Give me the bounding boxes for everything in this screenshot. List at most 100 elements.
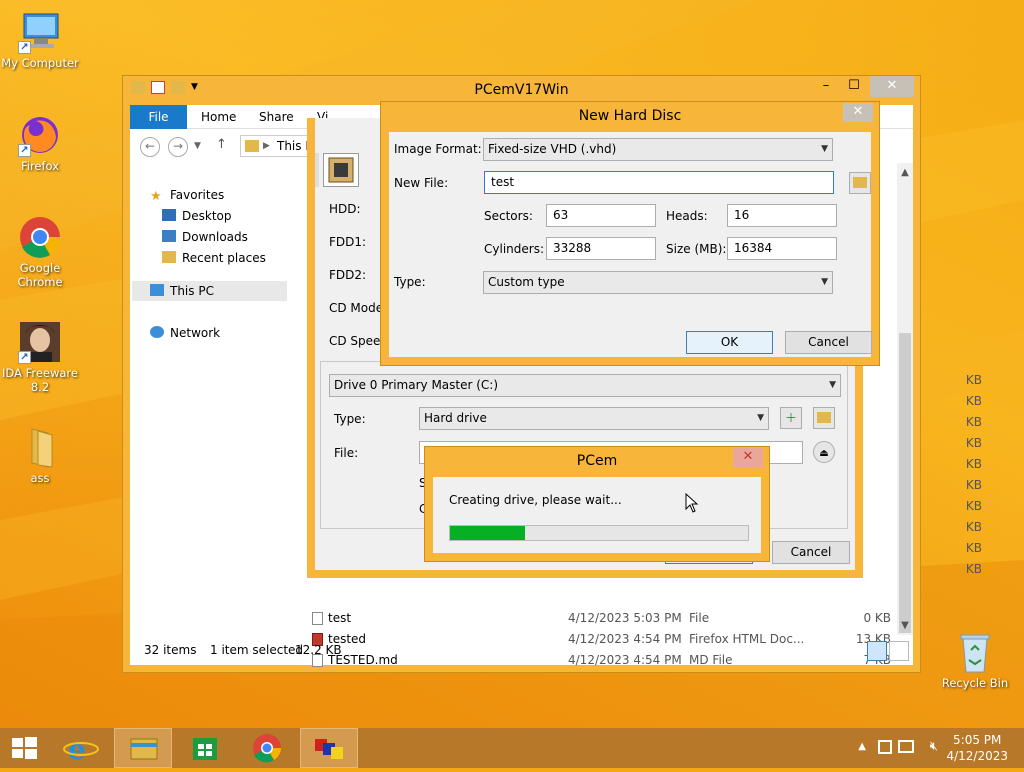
type-label: Type: [394, 275, 426, 289]
chevron-down-icon[interactable]: ▼ [194, 141, 201, 151]
computer-icon: ↗ [18, 10, 62, 54]
up-button[interactable]: ↑ [216, 137, 227, 152]
scroll-down-icon[interactable]: ▼ [897, 620, 913, 631]
details-view-button[interactable] [867, 641, 887, 661]
tab-home[interactable]: Home [201, 105, 236, 129]
taskbar-chrome[interactable] [238, 728, 296, 768]
desktop-icon-firefox[interactable]: ↗ Firefox [0, 113, 80, 173]
cylinders-label: Cylinders: [484, 242, 544, 256]
cancel-button[interactable]: Cancel [785, 331, 872, 354]
tab-file[interactable]: File [130, 105, 187, 129]
file-icon [312, 612, 323, 625]
chrome-icon [253, 734, 281, 763]
size-input[interactable]: 16384 [727, 237, 837, 260]
close-button[interactable]: ✕ [843, 103, 873, 122]
store-icon [193, 738, 217, 760]
ok-button[interactable]: OK [686, 331, 773, 354]
nav-label: Desktop [182, 209, 232, 223]
nav-label: Recent places [182, 251, 266, 265]
cd-mode-label: CD Mode [329, 301, 384, 315]
settings-cancel-button[interactable]: Cancel [772, 541, 850, 564]
motherboard-tab-icon[interactable] [323, 153, 359, 187]
dialog-title: New Hard Disc [578, 108, 682, 124]
image-format-select[interactable]: Fixed-size VHD (.vhd) ▼ [483, 138, 833, 161]
new-file-input[interactable]: test [484, 171, 834, 194]
progress-message: Creating drive, please wait... [449, 493, 622, 507]
close-button[interactable]: ✕ [870, 76, 914, 97]
vertical-scrollbar[interactable]: ▲ ▼ [897, 163, 913, 635]
size-fragment: KB [965, 520, 982, 534]
status-selected: 1 item selected [210, 643, 304, 657]
desktop-icon-ass-folder[interactable]: ass [0, 425, 80, 485]
type-label: Type: [334, 412, 366, 426]
desktop-icon-my-computer[interactable]: ↗ My Computer [0, 10, 80, 70]
file-label: File: [334, 446, 359, 460]
desktop-icon-label: ass [30, 471, 50, 485]
nav-network[interactable]: Network [150, 323, 220, 343]
size-fragment: KB [965, 478, 982, 492]
folder-icon [18, 425, 62, 469]
nav-desktop[interactable]: Desktop [162, 206, 232, 226]
eject-icon: ⏏ [819, 448, 829, 459]
progress-bar [449, 525, 749, 541]
large-icons-view-button[interactable] [889, 641, 909, 661]
hdd-label: HDD: [329, 202, 361, 216]
desktop-icon-ida[interactable]: ↗ IDA Freeware 8.2 [0, 320, 80, 394]
pcem-progress-dialog: PCem ✕ Creating drive, please wait... [424, 446, 770, 562]
nav-label: Network [170, 326, 221, 340]
desktop-icon-recycle-bin[interactable]: Recycle Bin [935, 630, 1015, 690]
taskbar-store[interactable] [176, 728, 234, 768]
maximize-button[interactable]: ☐ [840, 76, 868, 97]
network-status-icon[interactable] [898, 740, 914, 753]
forward-button[interactable]: → [168, 137, 188, 157]
volume-muted-icon[interactable]: 🔇︎ [930, 739, 938, 754]
tab-share[interactable]: Share [259, 105, 294, 129]
clock-time: 5:05 PM [953, 733, 1002, 747]
desktop-icon-chrome[interactable]: Google Chrome [0, 215, 80, 289]
file-explorer-icon [130, 738, 158, 760]
new-disk-button[interactable]: ＋ [780, 407, 802, 429]
drive-type-select[interactable]: Hard drive ▼ [419, 407, 769, 430]
action-center-flag-icon[interactable] [878, 740, 892, 754]
close-button[interactable]: ✕ [733, 448, 763, 467]
nav-this-pc[interactable]: This PC [132, 281, 287, 301]
back-button[interactable]: ← [140, 137, 160, 157]
heads-input[interactable]: 16 [727, 204, 837, 227]
scroll-up-icon[interactable]: ▲ [897, 167, 913, 178]
file-row[interactable]: test 4/12/2023 5:03 PM File 0 KB [308, 608, 897, 629]
minimize-button[interactable]: – [812, 76, 840, 97]
taskbar-pcem[interactable] [300, 728, 358, 768]
navigation-pane: ★ Favorites Desktop Downloads Recent plac… [130, 163, 308, 635]
drive-select-value: Drive 0 Primary Master (C:) [334, 378, 499, 392]
nav-recent-places[interactable]: Recent places [162, 248, 266, 268]
chevron-down-icon: ▼ [757, 413, 764, 423]
nav-favorites[interactable]: ★ Favorites [150, 185, 224, 205]
size-fragment: KB [965, 373, 982, 387]
chrome-icon [18, 215, 62, 259]
scroll-thumb[interactable] [899, 333, 911, 633]
taskbar-file-explorer[interactable] [114, 728, 172, 768]
eject-button[interactable]: ⏏ [813, 441, 835, 463]
size-fragment: KB [965, 394, 982, 408]
dialog-body: Creating drive, please wait... [433, 477, 761, 553]
cylinders-input[interactable]: 33288 [546, 237, 656, 260]
size-fragment: KB [965, 457, 982, 471]
drive-select[interactable]: Drive 0 Primary Master (C:) ▼ [329, 374, 841, 397]
desktop-icon-label: IDA Freeware 8.2 [2, 366, 78, 394]
sectors-input[interactable]: 63 [546, 204, 656, 227]
taskbar-internet-explorer[interactable]: e [52, 728, 110, 768]
disk-type-select[interactable]: Custom type ▼ [483, 271, 833, 294]
start-button[interactable] [0, 728, 48, 768]
file-size: 0 KB [863, 611, 891, 625]
clock[interactable]: 5:05 PM 4/12/2023 [946, 732, 1008, 764]
fdd2-label: FDD2: [329, 268, 367, 282]
nav-downloads[interactable]: Downloads [162, 227, 248, 247]
image-format-label: Image Format: [394, 142, 482, 156]
open-disk-button[interactable] [813, 407, 835, 429]
pcem-icon [315, 739, 343, 759]
show-hidden-icons-icon[interactable]: ▲ [858, 741, 866, 752]
clock-date: 4/12/2023 [946, 749, 1008, 763]
browse-button[interactable] [849, 172, 871, 194]
ida-portrait-icon: ↗ [18, 320, 62, 364]
folder-open-icon [817, 412, 831, 423]
